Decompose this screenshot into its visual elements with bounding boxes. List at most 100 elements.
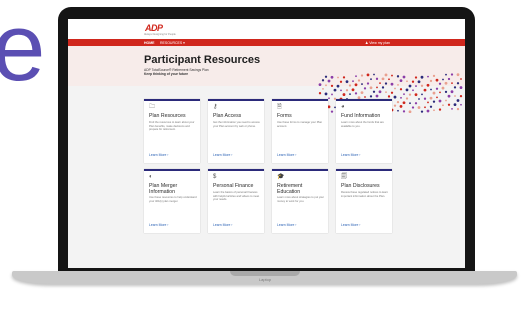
learn-more-link[interactable]: Learn More ›	[213, 223, 232, 227]
page-title: Participant Resources	[144, 54, 261, 66]
pattern-dot	[414, 102, 418, 105]
site-header: ADP Always Designing for People	[68, 19, 465, 39]
pattern-dot	[364, 96, 366, 98]
pattern-dot	[363, 87, 367, 90]
pattern-dot	[408, 84, 412, 88]
pattern-dot	[432, 74, 436, 78]
pattern-dot	[430, 88, 432, 91]
adp-logo[interactable]: ADP	[145, 23, 163, 33]
card-title: Fund Information	[341, 113, 381, 119]
pattern-dot	[442, 104, 444, 107]
pattern-dot	[390, 91, 394, 94]
pattern-dot	[393, 95, 397, 99]
learn-more-link[interactable]: Learn More ›	[213, 153, 232, 157]
pattern-dot	[441, 86, 445, 90]
resource-card[interactable]: 🗐 Plan Disclosures Review these regulated …	[336, 169, 392, 233]
pattern-dot	[318, 83, 322, 86]
resource-card[interactable]: ◕ Fund Information Learn more about the fu…	[336, 99, 392, 163]
card-title: Plan Resources	[149, 113, 186, 119]
pattern-dot	[411, 80, 415, 83]
pattern-dot	[435, 78, 439, 82]
pattern-dot	[402, 75, 406, 79]
pattern-dot	[328, 97, 330, 100]
pattern-dot	[444, 90, 448, 94]
learn-more-link[interactable]: Learn More ›	[341, 223, 360, 227]
pattern-dot	[369, 95, 373, 98]
pattern-dot	[426, 109, 430, 113]
pattern-dot	[423, 88, 427, 92]
card-title: Personal Finance	[213, 183, 254, 189]
learn-more-link[interactable]: Learn More ›	[341, 153, 360, 157]
pattern-dot	[408, 93, 412, 96]
pattern-dot	[414, 93, 418, 97]
pattern-dot	[447, 94, 451, 98]
pattern-dot	[370, 78, 372, 81]
pattern-dot	[388, 78, 390, 81]
pattern-dot	[445, 73, 447, 76]
disclosure-doc-icon: 🗐	[341, 174, 347, 180]
pattern-dot	[456, 73, 460, 77]
pattern-dot	[421, 93, 423, 96]
pattern-dot	[354, 92, 358, 95]
resource-card[interactable]: ◐ Plan Merger Information Use these resour…	[144, 169, 200, 233]
pattern-dot	[429, 105, 433, 108]
pattern-dot	[384, 73, 388, 77]
pattern-dot	[318, 92, 322, 95]
pattern-dot	[420, 84, 424, 87]
pattern-dot	[342, 76, 346, 79]
pattern-dot	[417, 80, 421, 84]
pattern-dot	[399, 79, 403, 83]
merge-icon: ◐	[149, 174, 153, 180]
card-description: Learn more about strategies to put your …	[277, 196, 325, 203]
view-my-plan-link[interactable]: ♟ View my plan	[365, 41, 390, 45]
pattern-dot	[366, 73, 370, 77]
laptop-screen: ADP Always Designing for People HOME RES…	[68, 19, 465, 268]
card-description: Use these resources to help understand y…	[149, 196, 197, 203]
pattern-dot	[403, 93, 405, 96]
pattern-dot	[453, 86, 457, 89]
pattern-dot	[459, 86, 463, 89]
pattern-dot	[396, 75, 400, 78]
pattern-dot	[336, 84, 340, 88]
pattern-dot	[325, 84, 327, 87]
pattern-dot	[345, 89, 349, 92]
pattern-dot	[427, 101, 429, 104]
pattern-dot	[333, 88, 337, 92]
pattern-dot	[379, 82, 381, 85]
pattern-dot	[424, 106, 426, 109]
pattern-dot	[456, 99, 460, 102]
resource-card[interactable]: ⚷ Plan Access Get the information you need…	[208, 99, 264, 163]
pattern-dot	[381, 77, 385, 81]
pattern-dot	[423, 97, 427, 100]
resource-card[interactable]: 🎓 Retirement Education Learn more about st…	[272, 169, 328, 233]
laptop-notch	[230, 271, 300, 276]
laptop-label: Laptop	[258, 277, 272, 282]
pattern-dot	[406, 80, 408, 83]
pattern-dot	[381, 86, 385, 89]
learn-more-link[interactable]: Learn More ›	[149, 223, 168, 227]
nav-resources-menu[interactable]: RESOURCES ▾	[160, 41, 185, 45]
pattern-dot	[324, 92, 328, 96]
resource-card[interactable]: $ Personal Finance Learn the basics of per…	[208, 169, 264, 233]
learn-more-link[interactable]: Learn More ›	[277, 153, 296, 157]
learn-more-link[interactable]: Learn More ›	[149, 153, 168, 157]
pattern-dot	[360, 74, 364, 77]
pattern-dot	[351, 88, 355, 92]
pattern-dot	[438, 99, 442, 103]
pattern-dot	[378, 90, 382, 94]
pattern-dot	[340, 89, 342, 92]
pattern-dot	[355, 75, 357, 78]
dollar-icon: $	[213, 174, 217, 180]
pattern-dot	[375, 94, 379, 98]
pattern-dot	[411, 106, 415, 109]
nav-home-link[interactable]: HOME	[144, 41, 155, 45]
pattern-dot	[451, 82, 453, 85]
card-description: Use these forms to manage your Plan acco…	[277, 121, 323, 128]
pattern-dot	[349, 93, 351, 95]
resource-card[interactable]: 🗀 Plan Resources Find the resources to lea…	[144, 99, 200, 163]
learn-more-link[interactable]: Learn More ›	[277, 223, 296, 227]
resource-card[interactable]: 🗎 Forms Use these forms to manage your Pla…	[272, 99, 328, 163]
pattern-dot	[399, 88, 403, 91]
pattern-dot	[435, 87, 439, 90]
pattern-dot	[418, 98, 420, 100]
